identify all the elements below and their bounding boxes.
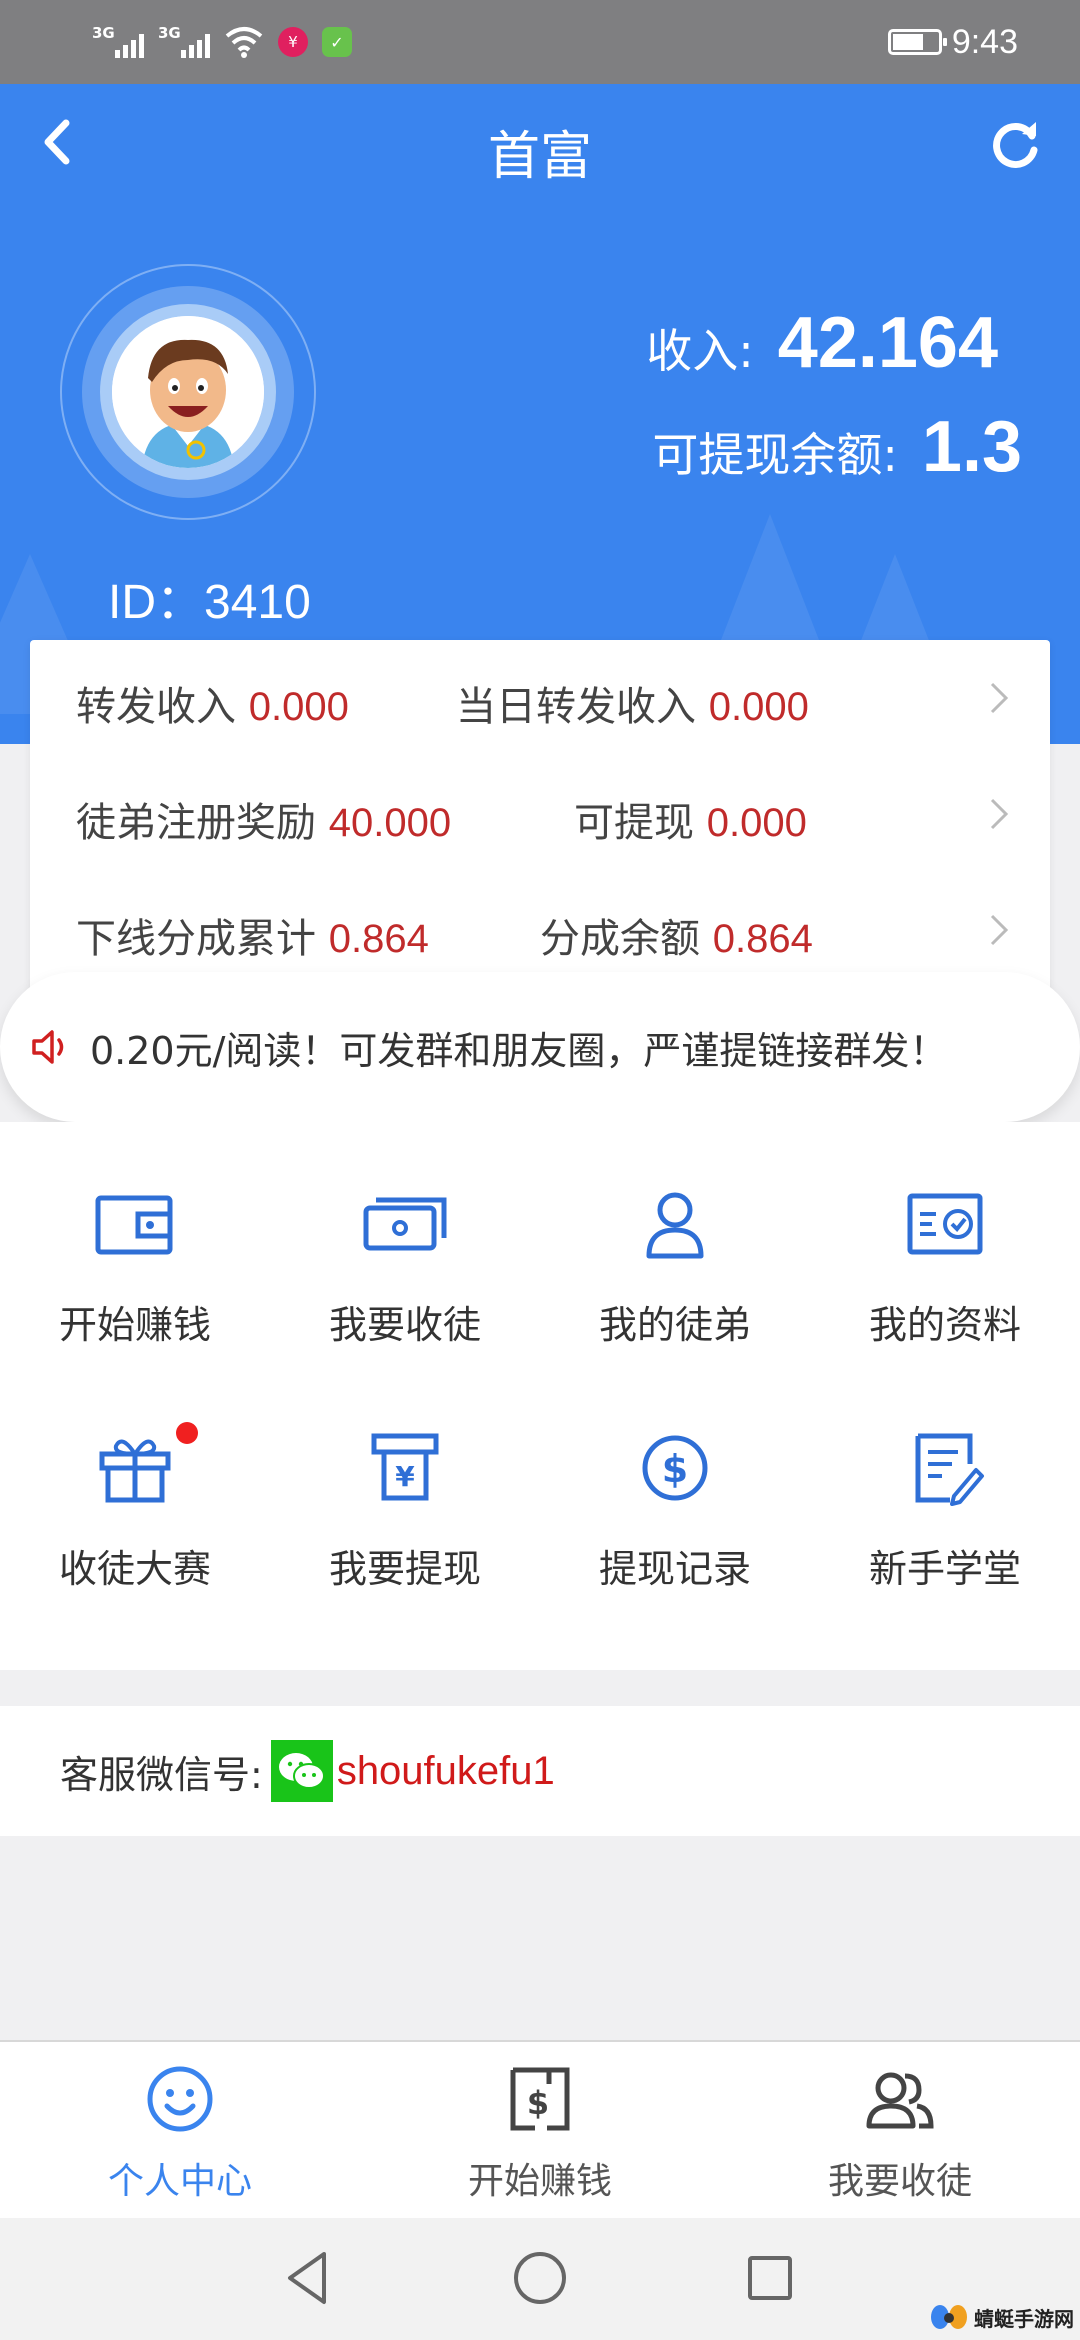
tab-label: 个人中心	[107, 2161, 252, 2202]
feature-grid: 开始赚钱 我要收徒 我的徒弟 我的资料 收徒大赛 ¥ 我要提现 $ 提现记录 新…	[0, 1122, 1080, 1670]
menu-label: 我的资料	[868, 1303, 1021, 1347]
wechat-id[interactable]: shoufukefu1	[337, 1749, 555, 1794]
refresh-icon	[993, 122, 1038, 168]
stat-row-commission[interactable]: 下线分成累计 0.864 分成余额 0.864	[30, 872, 1050, 988]
stat-item: 分成余额 0.864	[540, 916, 813, 962]
stat-item: 当日转发收入 0.000	[456, 684, 809, 730]
income-summary: 收入: 42.164	[646, 302, 998, 384]
dollar-circle-icon: $	[642, 1435, 708, 1501]
user-id: ID：3410	[108, 576, 311, 629]
dollar-doc-icon: $	[510, 2067, 570, 2131]
wallet-icon	[95, 1195, 173, 1255]
battery-icon	[887, 29, 947, 55]
tab-recruit[interactable]: 我要收徒	[720, 2042, 1080, 2220]
notification-dot	[176, 1422, 198, 1444]
bottom-tab-bar: 个人中心 $ 开始赚钱 我要收徒	[0, 2040, 1080, 2218]
stat-item: 徒弟注册奖励 40.000	[76, 800, 452, 846]
notebook-icon	[915, 1433, 984, 1506]
menu-label: 新手学堂	[868, 1547, 1021, 1591]
status-bar: 3G 3G ¥ ✓ 9:43	[0, 0, 1080, 84]
customer-service-row: 客服微信号: shoufukefu1	[0, 1706, 1080, 1836]
stat-row-apprentice[interactable]: 徒弟注册奖励 40.000 可提现 0.000	[30, 756, 1050, 872]
gift-icon	[99, 1439, 171, 1503]
chevron-right-icon	[990, 682, 1009, 714]
signal-icon: 3G	[92, 22, 144, 62]
wechat-icon	[270, 1740, 333, 1802]
dragonfly-logo-icon	[931, 2305, 967, 2329]
income-label: 收入:	[646, 324, 754, 378]
balance-summary: 可提现余额: 1.3	[652, 406, 1022, 488]
menu-beginner-school[interactable]: 新手学堂	[810, 1366, 1080, 1591]
users-icon	[866, 2072, 934, 2129]
menu-label: 开始赚钱	[58, 1303, 211, 1347]
sim1-label: 3G	[92, 24, 115, 42]
status-right: 9:43	[887, 18, 1018, 66]
system-back-icon[interactable]	[276, 2246, 340, 2310]
menu-withdraw-history[interactable]: $ 提现记录	[540, 1366, 810, 1591]
avatar[interactable]	[60, 264, 316, 520]
wifi-icon	[225, 27, 263, 58]
menu-label: 我的徒弟	[598, 1303, 751, 1347]
menu-label: 收徒大赛	[58, 1547, 211, 1591]
svg-text:¥: ¥	[395, 1460, 415, 1493]
menu-label: 我要提现	[328, 1547, 481, 1591]
system-recents-icon[interactable]	[738, 2246, 802, 2310]
app-notification-icon: ✓	[322, 27, 352, 57]
menu-start-earning[interactable]: 开始赚钱	[0, 1122, 270, 1347]
customer-service-label: 客服微信号:	[60, 1752, 263, 1797]
menu-label: 提现记录	[598, 1547, 751, 1591]
cash-icon	[363, 1197, 447, 1251]
profile-card-icon	[907, 1193, 983, 1255]
tab-personal-center[interactable]: 个人中心	[0, 2042, 360, 2220]
tab-start-earning[interactable]: $ 开始赚钱	[360, 2042, 720, 2220]
svg-text:$: $	[527, 2084, 549, 2122]
balance-value: 1.3	[921, 407, 1022, 487]
app-notification-icon: ¥	[278, 27, 308, 57]
avatar-image	[100, 304, 276, 480]
notice-banner: 0.20元/阅读！可发群和朋友圈，严谨提链接群发！	[0, 972, 1080, 1122]
menu-recruit-contest[interactable]: 收徒大赛	[0, 1366, 270, 1591]
stat-item: 转发收入 0.000	[76, 684, 349, 730]
svg-text:$: $	[662, 1447, 688, 1491]
notice-text: 0.20元/阅读！可发群和朋友圈，严谨提链接群发！	[90, 1028, 948, 1073]
page-title: 首富	[487, 127, 592, 187]
menu-recruit[interactable]: 我要收徒	[270, 1122, 540, 1347]
chevron-right-icon	[990, 798, 1009, 830]
system-navigation-bar: 蜻蜓手游网	[0, 2218, 1080, 2340]
user-icon	[646, 1192, 704, 1259]
chevron-right-icon	[990, 914, 1009, 946]
stat-row-forward[interactable]: 转发收入 0.000 当日转发收入 0.000	[30, 640, 1050, 756]
menu-withdraw[interactable]: ¥ 我要提现	[270, 1366, 540, 1591]
stat-item: 下线分成累计 0.864	[76, 916, 429, 962]
tab-label: 我要收徒	[827, 2161, 972, 2202]
income-value: 42.164	[777, 303, 998, 383]
smile-icon	[147, 2066, 213, 2132]
watermark: 蜻蜓手游网	[930, 2302, 1074, 2332]
speaker-icon	[32, 1030, 64, 1064]
clock: 9:43	[951, 22, 1018, 61]
menu-label: 我要收徒	[328, 1303, 481, 1347]
signal-icon: 3G	[158, 22, 210, 62]
stat-item: 可提现 0.000	[574, 800, 807, 846]
system-home-icon[interactable]	[508, 2246, 572, 2310]
status-left: 3G 3G ¥ ✓	[92, 20, 352, 64]
menu-my-profile[interactable]: 我的资料	[810, 1122, 1080, 1347]
balance-label: 可提现余额:	[652, 428, 898, 482]
atm-icon: ¥	[371, 1433, 439, 1501]
sim2-label: 3G	[158, 24, 181, 42]
stats-card: 转发收入 0.000 当日转发收入 0.000 徒弟注册奖励 40.000 可提…	[30, 640, 1050, 1000]
refresh-button[interactable]	[986, 114, 1046, 174]
tab-label: 开始赚钱	[467, 2161, 612, 2202]
menu-my-apprentices[interactable]: 我的徒弟	[540, 1122, 810, 1347]
